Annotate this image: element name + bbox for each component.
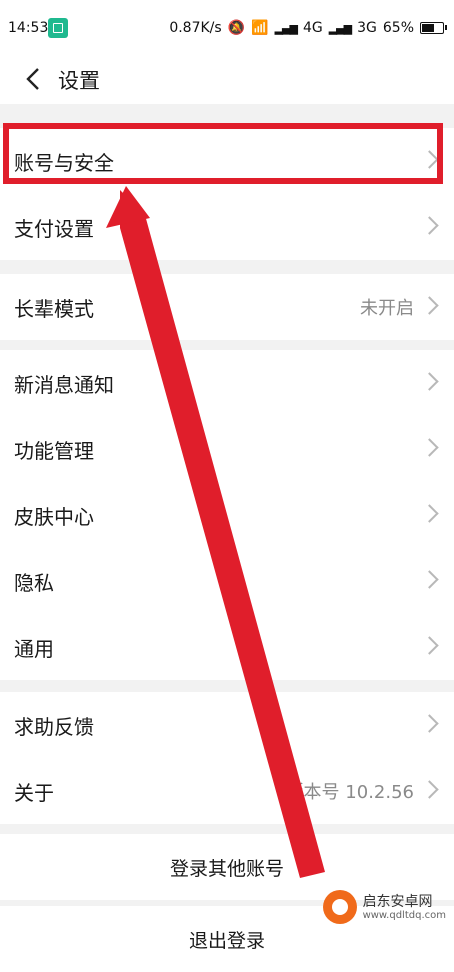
watermark: 启东安卓网 www.qdltdq.com bbox=[322, 890, 446, 924]
row-feature-management[interactable]: 功能管理 bbox=[0, 416, 454, 482]
status-time: 14:53 bbox=[8, 20, 49, 36]
chevron-right-icon bbox=[420, 780, 439, 799]
network-type-1: 4G bbox=[302, 20, 323, 36]
watermark-url: www.qdltdq.com bbox=[362, 909, 446, 921]
row-label: 求助反馈 bbox=[14, 714, 94, 739]
row-label: 功能管理 bbox=[14, 438, 94, 463]
settings-group-account: 账号与安全 支付设置 bbox=[0, 128, 454, 260]
battery-icon bbox=[420, 22, 447, 34]
row-notifications[interactable]: 新消息通知 bbox=[0, 350, 454, 416]
row-help-feedback[interactable]: 求助反馈 bbox=[0, 692, 454, 758]
row-label: 关于 bbox=[14, 780, 54, 805]
chevron-right-icon bbox=[420, 296, 439, 315]
battery-percent: 65% bbox=[382, 20, 414, 36]
row-value: 未开启 bbox=[360, 298, 414, 319]
status-right: 0.87K/s 🔕 📶 ▂▄▆ 4G ▂▄▆ 3G 65% bbox=[169, 20, 447, 36]
row-skin-center[interactable]: 皮肤中心 bbox=[0, 482, 454, 548]
row-payment-settings[interactable]: 支付设置 bbox=[0, 194, 454, 260]
settings-group-general: 新消息通知 功能管理 皮肤中心 隐私 通用 bbox=[0, 350, 454, 680]
row-account-security[interactable]: 账号与安全 bbox=[0, 128, 454, 194]
network-speed: 0.87K/s bbox=[169, 20, 222, 36]
watermark-logo-icon bbox=[322, 890, 357, 924]
page-title: 设置 bbox=[58, 69, 100, 93]
row-label: 隐私 bbox=[14, 570, 54, 595]
wifi-icon: 📶 bbox=[251, 20, 269, 36]
row-about[interactable]: 关于 版本号 10.2.56 bbox=[0, 758, 454, 824]
settings-group-elder: 长辈模式 未开启 bbox=[0, 274, 454, 340]
row-elder-mode[interactable]: 长辈模式 未开启 bbox=[0, 274, 454, 340]
row-privacy[interactable]: 隐私 bbox=[0, 548, 454, 614]
row-label: 支付设置 bbox=[14, 216, 94, 241]
scan-icon bbox=[48, 18, 68, 38]
title-bar: 设置 bbox=[0, 56, 454, 104]
watermark-text: 启东安卓网 www.qdltdq.com bbox=[363, 894, 446, 921]
watermark-name: 启东安卓网 bbox=[362, 893, 433, 910]
row-label: 皮肤中心 bbox=[14, 504, 94, 529]
signal-icon: ▂▄▆ bbox=[274, 21, 298, 35]
row-label: 账号与安全 bbox=[14, 150, 114, 175]
network-type-2: 3G bbox=[357, 20, 377, 36]
row-label: 长辈模式 bbox=[14, 296, 94, 321]
row-label: 通用 bbox=[14, 636, 54, 661]
mute-bell-icon: 🔕 bbox=[227, 20, 246, 36]
signal-icon-2: ▂▄▆ bbox=[328, 21, 352, 35]
row-general[interactable]: 通用 bbox=[0, 614, 454, 680]
row-label: 新消息通知 bbox=[14, 372, 114, 397]
settings-group-help: 求助反馈 关于 版本号 10.2.56 bbox=[0, 692, 454, 824]
status-bar: 14:53 0.87K/s 🔕 📶 ▂▄▆ 4G ▂▄▆ 3G 65% bbox=[0, 0, 454, 56]
row-value: 版本号 10.2.56 bbox=[285, 782, 414, 803]
back-arrow-icon[interactable] bbox=[20, 64, 50, 94]
